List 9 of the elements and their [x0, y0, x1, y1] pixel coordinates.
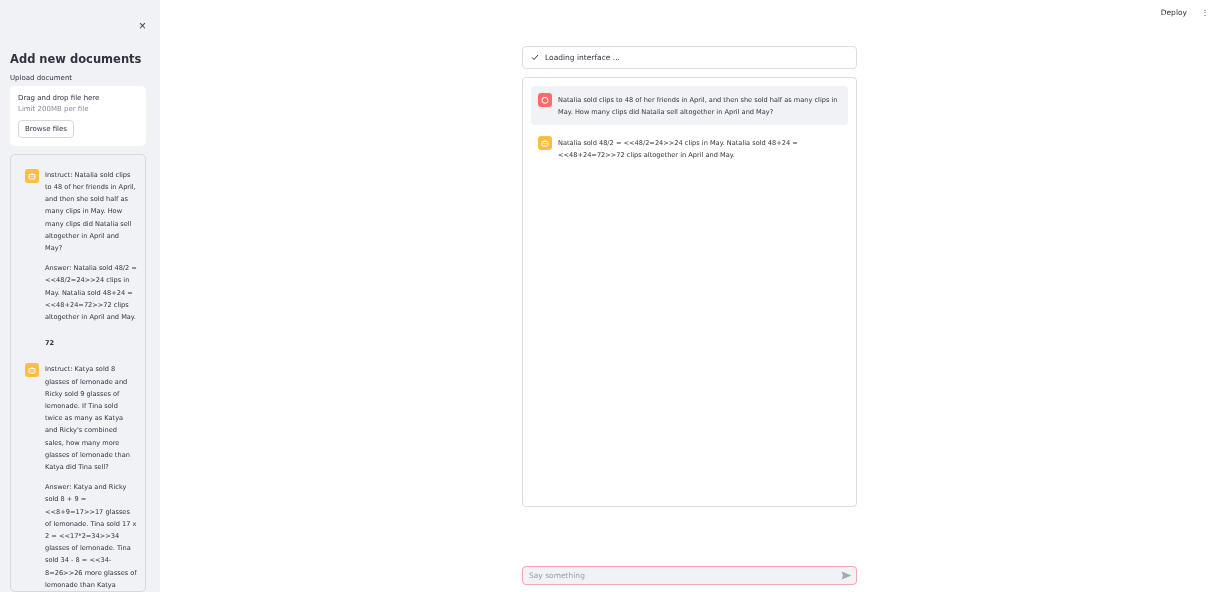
menu-button[interactable]: ⋮	[1201, 7, 1209, 17]
sidebar-title: Add new documents	[10, 51, 143, 66]
bot-avatar-icon	[538, 136, 552, 150]
send-button[interactable]	[841, 571, 852, 580]
check-icon	[531, 54, 539, 61]
bot-avatar-icon	[25, 363, 39, 378]
close-button[interactable]: ×	[139, 6, 146, 46]
user-avatar-icon	[538, 93, 552, 107]
bot-avatar-icon	[25, 168, 39, 183]
